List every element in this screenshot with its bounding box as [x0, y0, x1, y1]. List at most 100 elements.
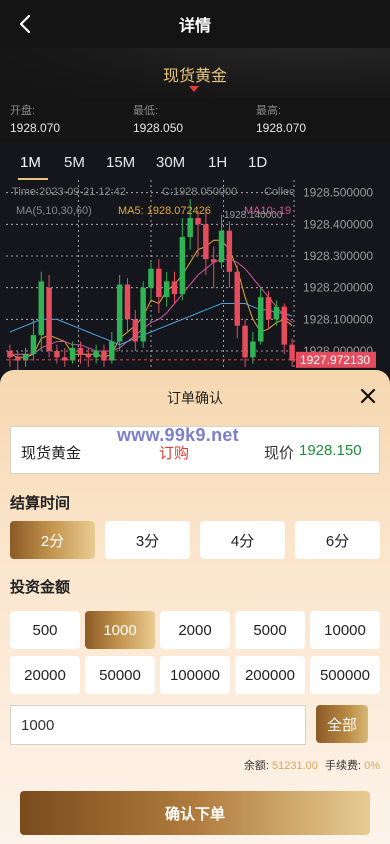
tab-1m[interactable]: 1M	[20, 154, 41, 171]
candle-body	[156, 268, 162, 298]
close-icon[interactable]	[358, 386, 378, 406]
all-amount-button[interactable]: 全部	[316, 705, 368, 743]
ma-legend: MA(5,10,30,60)	[16, 205, 92, 217]
candle-body	[46, 287, 52, 351]
candle-body	[163, 281, 170, 298]
tab-5m[interactable]: 5M	[64, 154, 85, 171]
page-title: 详情	[178, 18, 211, 35]
price-stats: 开盘: 1928.070 最低: 1928.050 最高: 1928.070	[0, 98, 390, 142]
ma5-legend: MA5: 1928.072426	[118, 205, 211, 217]
candle-body	[187, 218, 193, 237]
candle-body	[101, 351, 107, 361]
amount-label: 投资金额	[10, 579, 71, 596]
candle-body	[281, 306, 287, 345]
watermark: www.99k9.net	[117, 425, 239, 445]
y-tick-label: 1928.400000	[303, 217, 373, 231]
stat-label: 最低:	[133, 105, 159, 117]
candle-body	[140, 287, 146, 342]
candle-body	[85, 354, 92, 358]
hover-value: 1928.140000	[224, 210, 283, 221]
amount-option[interactable]: 1000	[85, 611, 155, 649]
amount-option[interactable]: 5000	[235, 611, 305, 649]
candle-body	[38, 281, 45, 336]
current-price-label: 现价	[264, 445, 295, 462]
stat-open: 开盘: 1928.070	[10, 102, 60, 135]
candle-body	[203, 224, 209, 260]
last-price-label: 1927.972130	[300, 353, 370, 367]
fee-value: 0%	[364, 760, 380, 772]
amount-option[interactable]: 20000	[10, 656, 80, 694]
product-header: 现货黄金	[0, 48, 390, 98]
order-sheet: 订单确认 现货黄金 订购 现价 1928.150 www.99k9.net 结算…	[0, 370, 390, 844]
amount-option[interactable]: 500	[10, 611, 80, 649]
amount-option[interactable]: 200000	[235, 656, 305, 694]
candle-body	[77, 347, 84, 355]
sheet-title: 订单确认	[167, 390, 223, 406]
candle-body	[109, 341, 115, 361]
stat-label: 最高:	[256, 105, 282, 117]
candle-body	[171, 281, 178, 294]
amount-option[interactable]: 100000	[160, 656, 230, 694]
tab-15m[interactable]: 15M	[106, 154, 135, 171]
amount-option[interactable]: 50000	[85, 656, 155, 694]
timeframe-tabs: 1M 5M 15M 30M 1H 1D	[0, 146, 390, 180]
candle-body	[210, 259, 217, 263]
y-tick-label: 1928.100000	[303, 312, 373, 326]
tab-1h[interactable]: 1H	[208, 154, 227, 171]
fee-label: 手续费:	[324, 760, 362, 772]
amount-option[interactable]: 2000	[160, 611, 230, 649]
y-tick-label: 1928.500000	[303, 186, 373, 200]
candle-body	[242, 325, 248, 358]
candle-body	[93, 351, 99, 358]
amount-option[interactable]: 10000	[310, 611, 380, 649]
candle-body	[234, 271, 240, 326]
stat-value: 1928.050	[133, 121, 184, 135]
candle-body	[195, 218, 201, 225]
back-arrow-icon[interactable]	[14, 12, 38, 36]
settle-option-4[interactable]: 4分	[200, 521, 285, 559]
candle-body	[116, 284, 123, 342]
balance-value: 51231.00	[272, 760, 318, 772]
settle-option-3[interactable]: 3分	[105, 521, 190, 559]
candle-body	[7, 351, 13, 358]
settle-option-2[interactable]: 2分	[10, 521, 95, 559]
candle-body	[132, 319, 139, 342]
tab-30m[interactable]: 30M	[156, 154, 185, 171]
candlestick-chart[interactable]: 1928.500000 1928.400000 1928.300000 1928.20…	[0, 180, 390, 370]
candle-body	[257, 297, 264, 342]
stat-low: 最低: 1928.050	[133, 102, 183, 135]
settle-time-label: 结算时间	[10, 495, 71, 512]
product-name[interactable]: 现货黄金	[0, 62, 390, 86]
y-tick-label: 1928.300000	[303, 249, 373, 263]
top-bar: 详情	[0, 0, 390, 48]
settle-option-6[interactable]: 6分	[295, 521, 380, 559]
candle-body	[69, 347, 76, 361]
candle-body	[218, 230, 225, 263]
confirm-order-button[interactable]: 确认下单	[20, 791, 370, 835]
caret-down-icon[interactable]	[189, 86, 199, 92]
stat-value: 1928.070	[256, 121, 307, 135]
candle-body	[179, 237, 186, 294]
chart-close: C:1928.050000	[162, 186, 238, 198]
current-price: 1928.150	[299, 442, 362, 459]
stat-high: 最高: 1928.070	[256, 102, 306, 135]
y-tick-label: 1928.200000	[303, 281, 373, 295]
candle-body	[265, 297, 272, 320]
candle-body	[54, 351, 60, 358]
tab-1d[interactable]: 1D	[248, 154, 267, 171]
candle-body	[289, 344, 295, 361]
stat-value: 1928.070	[10, 121, 61, 135]
balance-label: 余额:	[243, 760, 269, 772]
candle-body	[226, 230, 233, 272]
amount-input[interactable]	[10, 705, 306, 745]
candle-body	[30, 335, 37, 355]
candle-body	[273, 306, 280, 320]
stat-label: 开盘:	[10, 105, 36, 117]
order-product-name: 现货黄金	[21, 445, 82, 462]
balance-line: 余额: 51231.00 手续费: 0%	[244, 757, 380, 773]
chart-collect: Collec	[264, 186, 295, 198]
candle-body	[250, 341, 256, 358]
chart-time: Time:2023-09-21 12:42	[12, 186, 126, 198]
amount-option[interactable]: 500000	[310, 656, 380, 694]
candle-body	[148, 268, 154, 288]
